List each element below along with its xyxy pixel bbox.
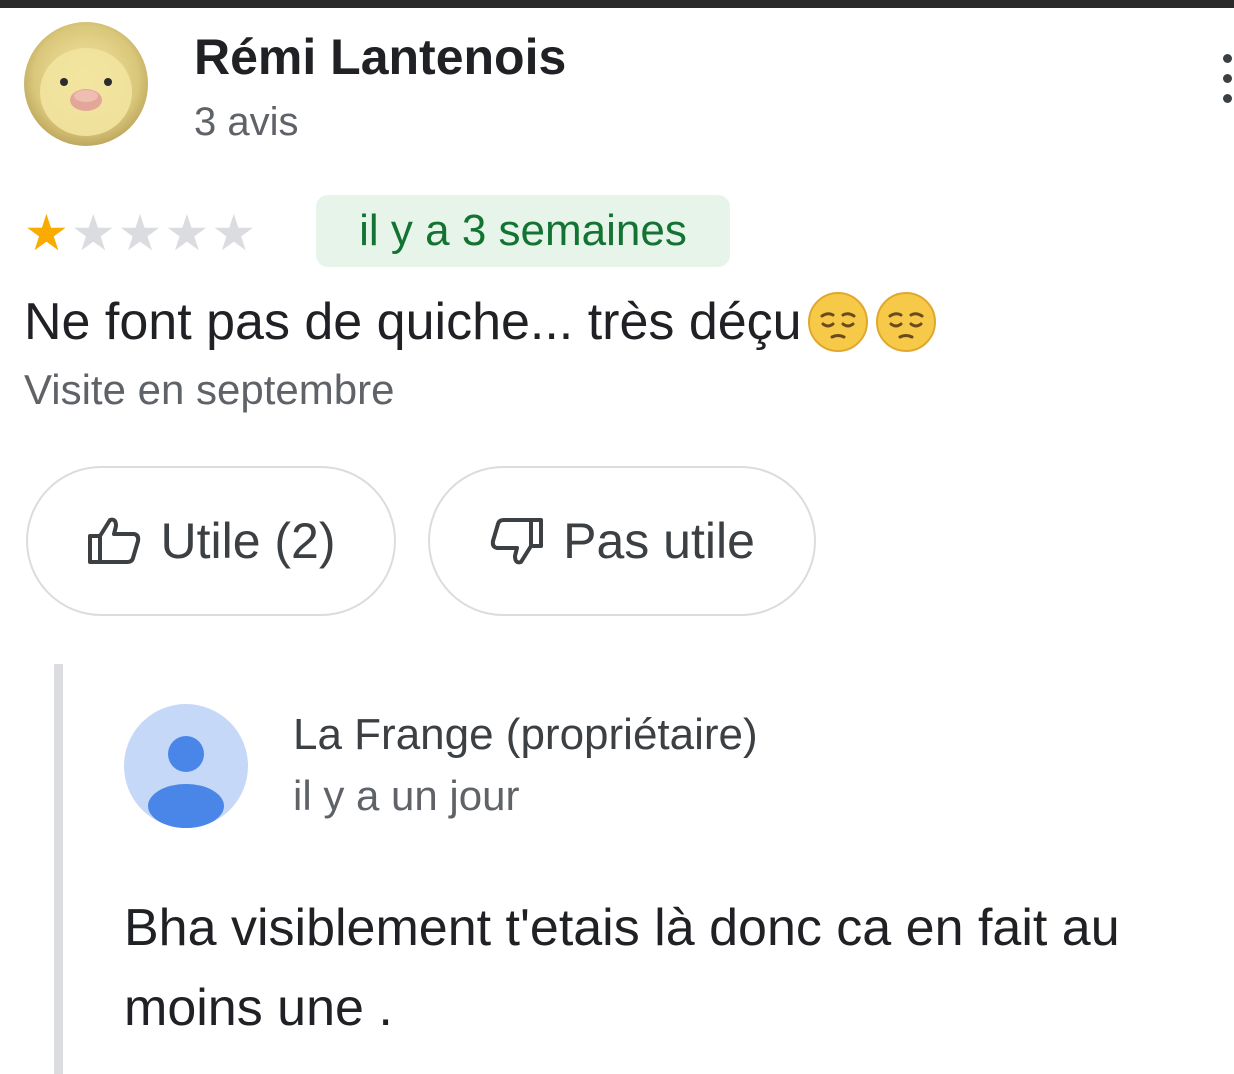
review-body: Ne font pas de quiche... très déçu <box>24 293 802 351</box>
star-empty-icon: ★ <box>164 205 210 261</box>
thumbs-up-icon <box>88 517 141 564</box>
pensive-face-emoji <box>806 290 870 354</box>
star-empty-icon: ★ <box>117 205 163 261</box>
thumbs-down-icon <box>490 518 544 565</box>
more-options-icon[interactable] <box>1216 54 1234 114</box>
reviewer-review-count: 3 avis <box>194 100 299 144</box>
helpful-label: Utile (2) <box>160 513 336 569</box>
owner-reply-text: Bha visiblement t'etais là donc ca en fa… <box>124 899 1120 1037</box>
not-helpful-label: Pas utile <box>563 513 755 569</box>
owner-avatar <box>124 704 248 828</box>
reviewer-avatar[interactable] <box>24 22 148 146</box>
star-filled-icon: ★ <box>24 205 69 261</box>
review-text: Ne font pas de quiche... très déçu <box>24 290 938 354</box>
duckling-photo <box>24 22 148 146</box>
top-strip <box>0 0 1234 8</box>
visit-info: Visite en septembre <box>24 366 395 413</box>
owner-reply-date: il y a un jour <box>293 772 520 819</box>
star-empty-icon: ★ <box>70 205 116 261</box>
star-rating: ★ ★ ★ ★ ★ <box>24 205 258 261</box>
person-icon <box>124 704 248 828</box>
owner-name: La Frange (propriétaire) <box>293 710 758 759</box>
star-empty-icon: ★ <box>211 205 257 261</box>
not-helpful-button[interactable]: Pas utile <box>428 466 816 616</box>
reply-divider <box>54 664 63 1074</box>
pensive-face-emoji <box>874 290 938 354</box>
review-date-badge: il y a 3 semaines <box>316 195 730 267</box>
reviewer-name[interactable]: Rémi Lantenois <box>194 28 566 86</box>
helpful-button[interactable]: Utile (2) <box>26 466 396 616</box>
